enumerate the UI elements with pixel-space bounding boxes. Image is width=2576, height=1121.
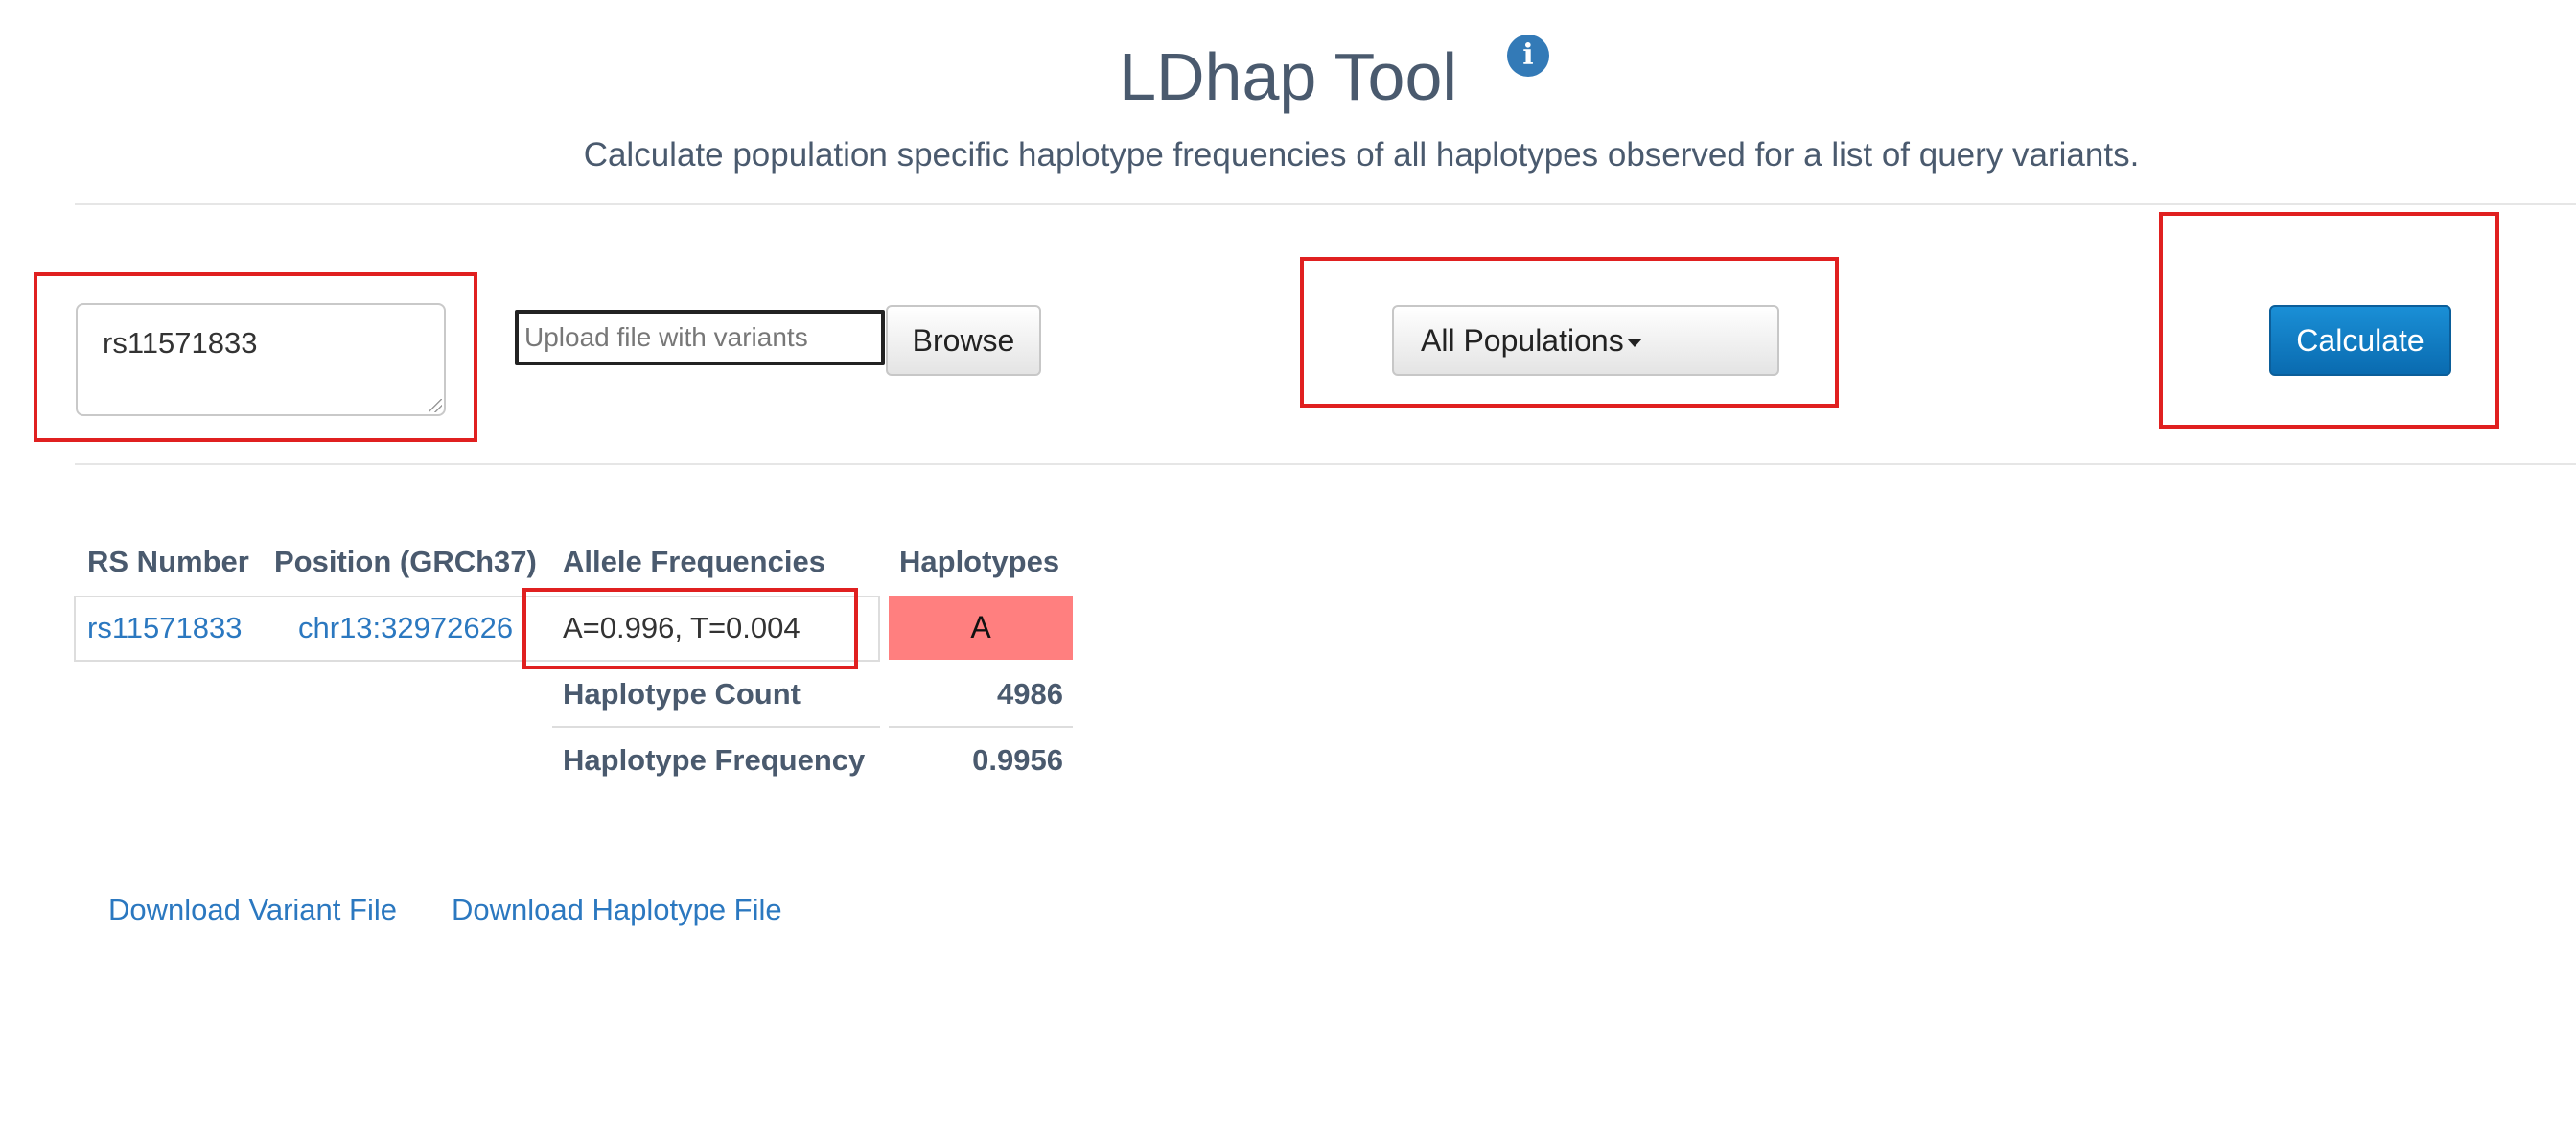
haplotype-count-value: 4986	[997, 677, 1063, 711]
header-allele-frequencies: Allele Frequencies	[563, 545, 825, 578]
download-haplotype-file-link[interactable]: Download Haplotype File	[452, 890, 782, 930]
haplotype-count-label: Haplotype Count	[563, 677, 801, 711]
summary-divider	[889, 726, 1073, 728]
header-position: Position (GRCh37)	[274, 545, 537, 578]
position-link[interactable]: chr13:32972626	[298, 608, 513, 648]
download-variant-file-link[interactable]: Download Variant File	[108, 890, 397, 930]
ldhap-page: LDhap Tool i Calculate population specif…	[0, 0, 2576, 1121]
divider-top	[75, 203, 2576, 205]
info-icon[interactable]: i	[1507, 35, 1549, 77]
summary-divider	[552, 726, 880, 728]
haplotype-frequency-value: 0.9956	[972, 743, 1063, 777]
upload-file-input[interactable]	[515, 310, 885, 365]
header-haplotypes: Haplotypes	[899, 545, 1060, 578]
textarea-resize-handle[interactable]	[429, 399, 442, 412]
page-title-row: LDhap Tool	[0, 29, 2576, 125]
caret-down-icon	[1626, 338, 1642, 347]
page-subtitle: Calculate population specific haplotype …	[583, 136, 2140, 174]
header-rs-number: RS Number	[87, 545, 249, 578]
haplotype-allele-cell: A	[889, 596, 1073, 660]
rs-number-link[interactable]: rs11571833	[87, 608, 242, 648]
snp-list-input[interactable]	[76, 303, 446, 416]
population-dropdown-label: All Populations	[1421, 322, 1624, 358]
calculate-button[interactable]: Calculate	[2269, 305, 2451, 376]
page-title: LDhap Tool	[1119, 39, 1457, 114]
haplotype-frequency-label: Haplotype Frequency	[563, 743, 866, 777]
divider-bottom	[75, 463, 2576, 465]
allele-frequencies-value: A=0.996, T=0.004	[563, 611, 801, 644]
population-dropdown[interactable]: All Populations	[1392, 305, 1779, 376]
browse-button[interactable]: Browse	[886, 305, 1041, 376]
